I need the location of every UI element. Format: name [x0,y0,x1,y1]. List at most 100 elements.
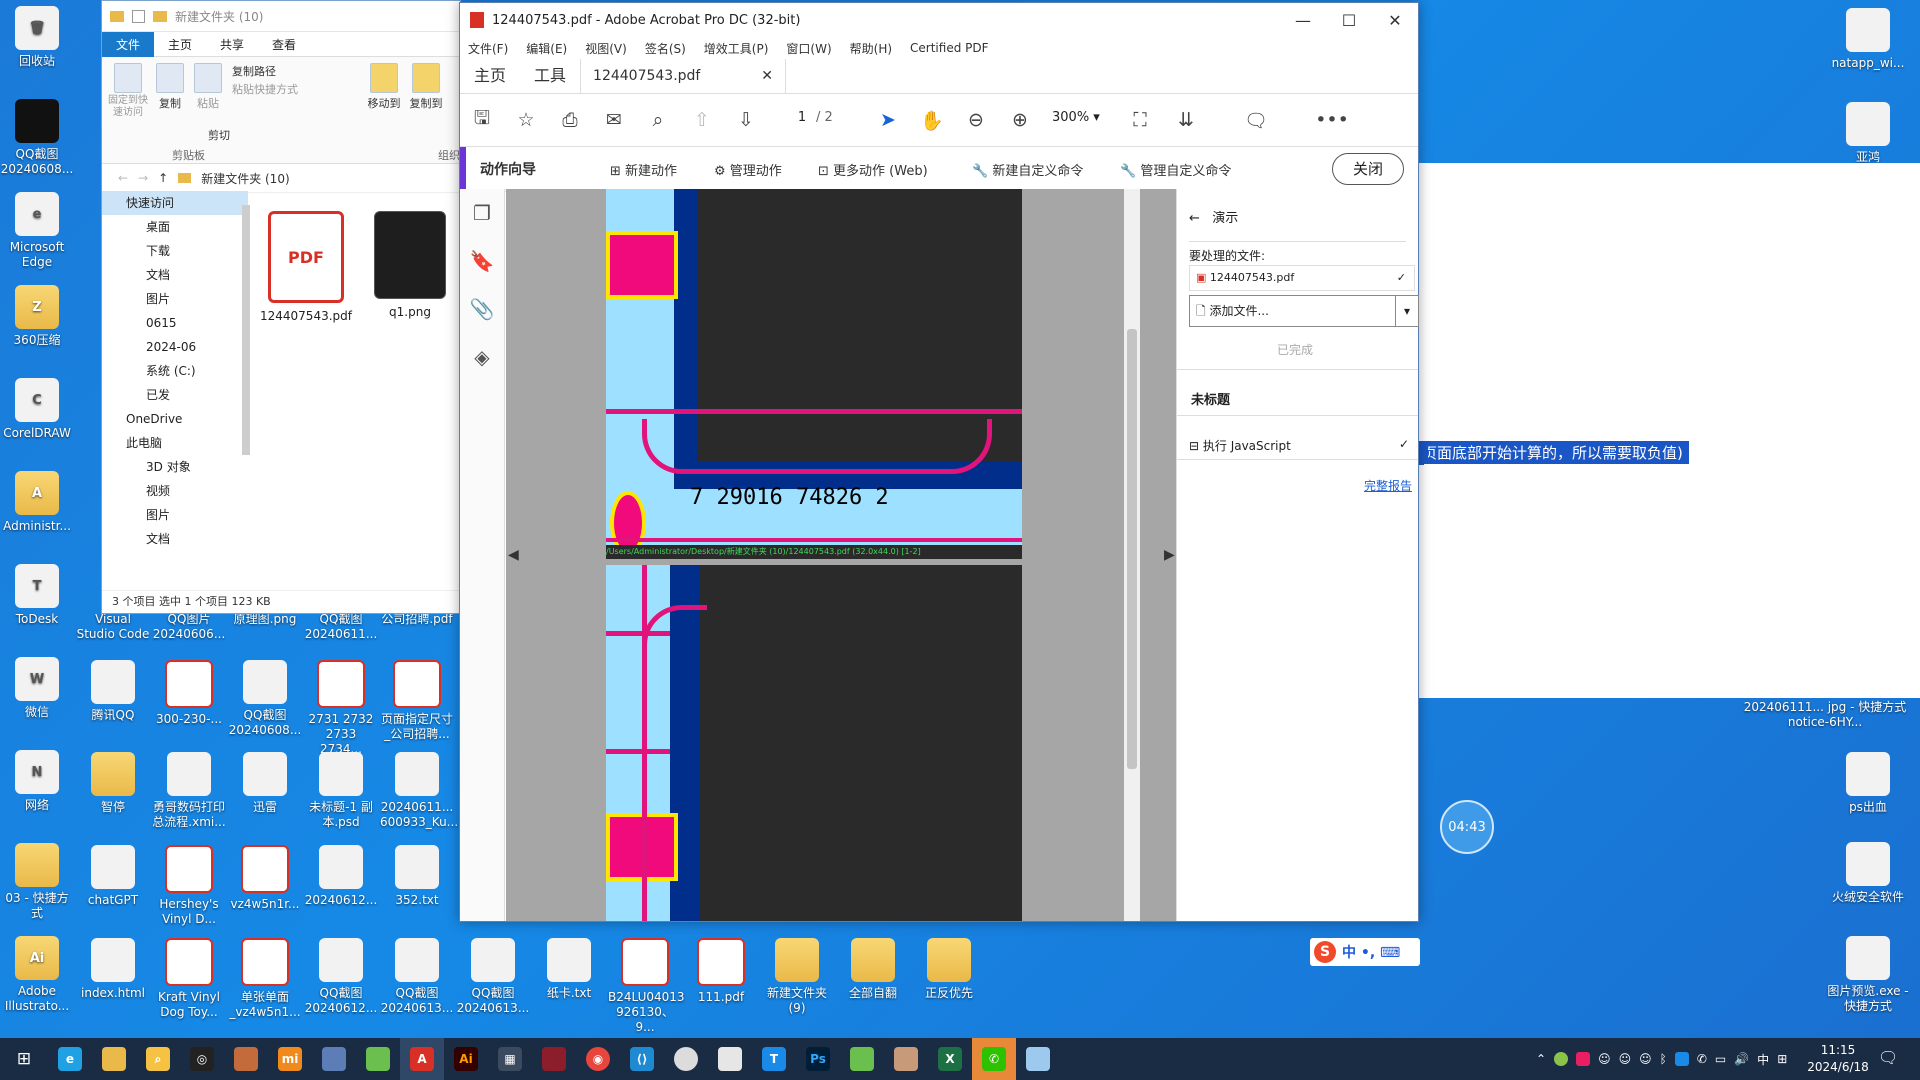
back-demo-link[interactable]: ← 演示 [1189,207,1238,226]
zoom-select[interactable]: 300% ▾ [1052,110,1112,125]
new-custom-command-button[interactable]: 🔧 新建自定义命令 [972,160,1083,179]
up-arrow-icon[interactable]: ↑ [158,171,168,185]
desktop-icon[interactable]: vz4w5n1r... [228,845,302,912]
cut-button[interactable]: 剪切 [208,127,230,143]
desktop-icon[interactable]: QQ截图20240613... [380,938,454,1016]
desktop-icon[interactable]: 腾讯QQ [76,660,150,723]
print-icon[interactable]: ⎙ [556,106,584,134]
page-thumbnails-icon[interactable]: ❐ [460,189,504,237]
desktop-icon[interactable]: 03 - 快捷方式 [0,843,74,921]
add-file-button[interactable]: 🗋 添加文件... ▾ [1189,295,1419,327]
file-item[interactable]: q1.png [364,211,456,319]
desktop-icon[interactable]: 20240612... [304,845,378,908]
desktop-icon[interactable]: 300-230-... [152,660,226,727]
desktop-icon[interactable]: 正反优先 [912,938,986,1001]
copy-button[interactable]: 复制 [150,59,190,111]
more-actions-button[interactable]: ⊡ 更多动作 (Web) [818,160,928,179]
desktop-icon[interactable]: Kraft Vinyl Dog Toy... [152,938,226,1020]
chevron-up-icon[interactable]: ⌃ [1536,1052,1546,1066]
check-icon[interactable] [132,9,145,23]
taskbar-app-8[interactable] [708,1038,752,1080]
desktop-icon[interactable]: Ai Adobe Illustrato... [0,936,74,1014]
forward-arrow-icon[interactable]: → [138,171,148,185]
desktop-icon[interactable]: QQ截图20240613... [456,938,530,1016]
desktop-icon[interactable]: chatGPT [76,845,150,908]
taskbar-app-7[interactable] [664,1038,708,1080]
nav-item[interactable]: OneDrive [102,407,248,431]
desktop-icon[interactable]: Hershey's Vinyl D... [152,845,226,927]
next-page-icon[interactable]: ⇩ [732,106,760,134]
select-cursor-icon[interactable]: ➤ [874,106,902,134]
taskbar-app-3[interactable]: mi [268,1038,312,1080]
taskbar-app-6[interactable] [532,1038,576,1080]
nav-item[interactable]: 桌面 [102,215,248,239]
paste-shortcut-button[interactable]: 粘贴快捷方式 [232,81,298,97]
desktop-icon[interactable]: C CorelDRAW [0,378,74,441]
bluetooth-icon[interactable]: ᛒ [1660,1052,1667,1066]
attachments-icon[interactable]: 📎 [460,285,504,333]
nav-item[interactable]: 系统 (C:) [102,359,248,383]
bookmarks-icon[interactable]: 🔖 [460,237,504,285]
full-report-link[interactable]: 完整报告 [1364,477,1412,494]
back-arrow-icon[interactable]: ← [118,171,128,185]
nav-item[interactable]: 下载 [102,239,248,263]
tab-home[interactable]: 主页 [460,59,520,93]
desktop-icon[interactable]: B24LU04013 926130、9... [608,938,685,1035]
manage-custom-command-button[interactable]: 🔧 管理自定义命令 [1120,160,1231,179]
ime-toolbar[interactable]: S 中 •, ⌨ [1310,938,1420,966]
email-icon[interactable]: ✉ [600,106,628,134]
close-icon[interactable]: ✕ [1372,3,1418,37]
taskbar-chrome[interactable]: ◉ [576,1038,620,1080]
taskbar-app-10[interactable] [1016,1038,1060,1080]
desktop-icon[interactable]: 2731 2732 2733 2734... [304,660,378,757]
move-to-button[interactable]: 移动到 [364,59,404,111]
manage-action-button[interactable]: ⚙ 管理动作 [714,160,782,179]
taskbar-explorer[interactable] [92,1038,136,1080]
minimize-icon[interactable]: — [1280,3,1326,37]
scroll-mode-icon[interactable]: ⇊ [1172,106,1200,134]
desktop-icon[interactable]: T ToDesk [0,564,74,627]
taskbar-illustrator[interactable]: Ai [444,1038,488,1080]
desktop-icon[interactable]: 公司招聘.pdf [380,612,454,627]
desktop-icon[interactable]: QQ截图20240608... [228,660,302,738]
scroll-right-arrow-icon[interactable]: ▶ [1164,547,1175,563]
nav-item[interactable]: 图片 [102,287,248,311]
taskbar-app-4[interactable] [312,1038,356,1080]
taskbar-calculator[interactable]: ▦ [488,1038,532,1080]
scrollbar-thumb[interactable] [1127,329,1137,769]
qq-tray-icon[interactable]: ☺ [1598,1052,1611,1066]
taskbar-app-2[interactable] [224,1038,268,1080]
menu-item[interactable]: 签名(S) [645,40,686,57]
desktop-icon[interactable]: 亚鸿 [1822,102,1914,165]
nav-item[interactable]: 视频 [102,479,248,503]
save-icon[interactable]: 🖫 [468,106,496,134]
tray-icon[interactable] [1674,1052,1689,1066]
menu-item[interactable]: 帮助(H) [850,40,892,57]
taskbar-wechat[interactable]: ✆ [972,1038,1016,1080]
desktop-icon[interactable]: QQ截图20240612... [304,938,378,1016]
desktop-icon[interactable]: Z 360压缩 [0,285,74,348]
nav-item[interactable]: 2024-06 [102,335,248,359]
nav-item[interactable]: 图片 [102,503,248,527]
desktop-icon[interactable]: A Administr... [0,471,74,534]
desktop-icon[interactable]: QQ截图20240608... [0,99,74,177]
fit-page-icon[interactable]: ⛶ [1126,106,1154,134]
desktop-icon[interactable]: 原理图.png [228,612,302,627]
taskbar-app-5[interactable] [356,1038,400,1080]
nav-item[interactable]: 快速访问 [102,191,248,215]
desktop-icon[interactable]: ps出血 [1822,752,1914,815]
desktop-icon[interactable]: Visual Studio Code [76,612,150,642]
copy-path-button[interactable]: 复制路径 [232,63,276,79]
desktop-icon[interactable]: 图片预览.exe - 快捷方式 [1822,936,1914,1014]
taskbar-acrobat[interactable]: A [400,1038,444,1080]
tray-icon[interactable] [1576,1052,1591,1066]
desktop-icon[interactable]: 352.txt [380,845,454,908]
desktop-icon[interactable]: 迅雷 [228,752,302,815]
desktop-icon[interactable]: 单张单面 _vz4w5n1... [228,938,302,1020]
tab-tools[interactable]: 工具 [520,59,580,93]
bookmark-star-icon[interactable]: ☆ [512,106,540,134]
volume-icon[interactable]: 🔊 [1734,1052,1749,1066]
menu-item[interactable]: Certified PDF [910,41,989,55]
tab-document[interactable]: 124407543.pdf ✕ [580,59,787,93]
desktop-icon[interactable]: 全部自翻 [836,938,910,1001]
